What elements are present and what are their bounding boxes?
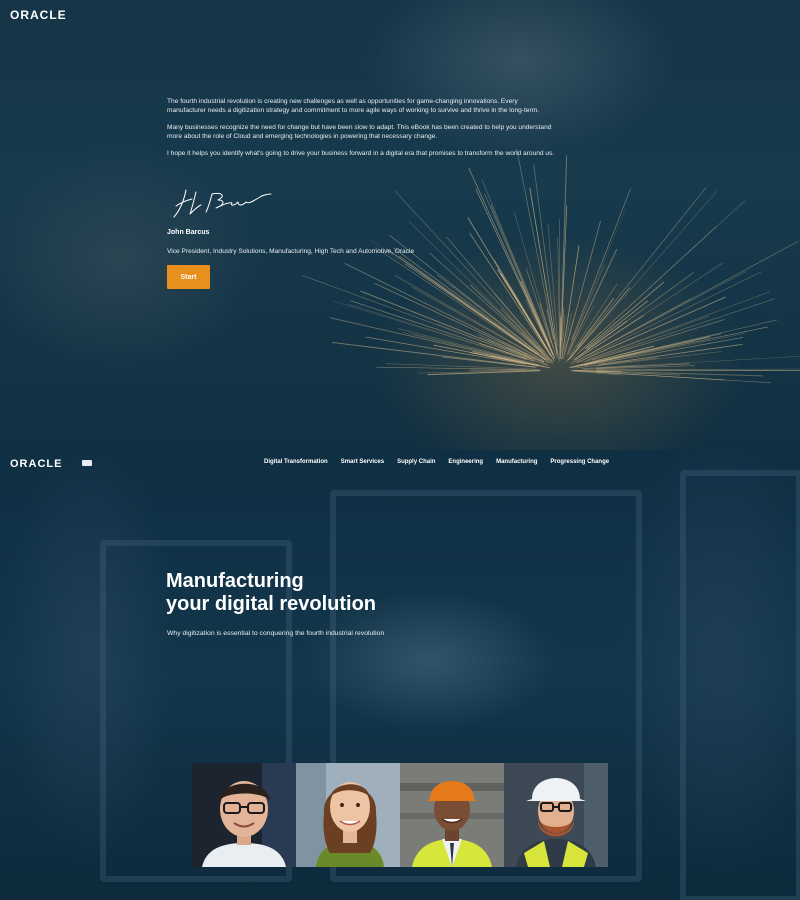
spark-line [490, 204, 551, 346]
people-strip [192, 763, 608, 867]
spark-line [533, 163, 559, 360]
nav-item-progressing-change[interactable]: Progressing Change [550, 459, 609, 465]
spark-line [386, 248, 546, 361]
intro-paragraph: I hope it helps you identify what's goin… [167, 149, 555, 157]
spark-line [580, 226, 717, 351]
worker-hardhat-orange-portrait [400, 763, 504, 867]
start-button[interactable]: Start [167, 265, 210, 289]
oracle-logo[interactable]: ORACLE [10, 8, 67, 22]
welding-sparks-background [302, 148, 800, 384]
intro-text: The fourth industrial revolution is crea… [167, 97, 557, 165]
spark-line [576, 296, 726, 364]
spark-line [566, 186, 707, 362]
spark-line [595, 369, 800, 371]
hero-section: ORACLE Digital Transformation Smart Serv… [0, 450, 800, 900]
woman-portrait [296, 763, 400, 867]
spark-line [574, 370, 771, 384]
intro-paragraph: Many businesses recognize the need for c… [167, 123, 552, 141]
intro-section: ORACLE The fourth industrial revolution … [0, 0, 800, 450]
page-title: Manufacturing your digital revolution [166, 570, 376, 616]
server-rack-frame [680, 470, 800, 900]
nav-item-manufacturing[interactable]: Manufacturing [496, 459, 537, 465]
menu-icon[interactable] [82, 460, 92, 466]
title-line: your digital revolution [166, 593, 377, 615]
spark-line [567, 208, 626, 352]
nav-item-smart-services[interactable]: Smart Services [341, 459, 384, 465]
intro-paragraph: The fourth industrial revolution is crea… [167, 98, 539, 115]
nav-item-engineering[interactable]: Engineering [448, 459, 483, 465]
nav-item-supply-chain[interactable]: Supply Chain [397, 459, 435, 465]
man-glasses-portrait [192, 763, 296, 867]
worker-hardhat-white-portrait [504, 763, 608, 867]
spark-line [560, 155, 568, 346]
spark-line [475, 188, 556, 359]
nav-item-digital-transformation[interactable]: Digital Transformation [264, 459, 328, 465]
spark-line [584, 298, 776, 362]
signature-name: John Barcus [167, 229, 210, 236]
signature-title: Vice President, Industry Solutions, Manu… [167, 248, 415, 255]
title-line: Manufacturing [166, 570, 304, 592]
spark-line [571, 319, 778, 368]
spark-line [376, 366, 526, 370]
spark-line [562, 221, 602, 360]
signature-image [173, 189, 272, 218]
page-subtitle: Why digitization is essential to conquer… [167, 630, 385, 637]
spark-line [584, 337, 744, 366]
spark-line [568, 190, 718, 360]
spark-line [567, 249, 618, 355]
oracle-logo[interactable]: ORACLE [10, 458, 62, 470]
spark-line [569, 283, 618, 356]
spark-line [597, 368, 800, 371]
spark-line [572, 333, 746, 368]
spark-line [404, 263, 533, 352]
main-nav: Digital Transformation Smart Services Su… [264, 459, 622, 465]
